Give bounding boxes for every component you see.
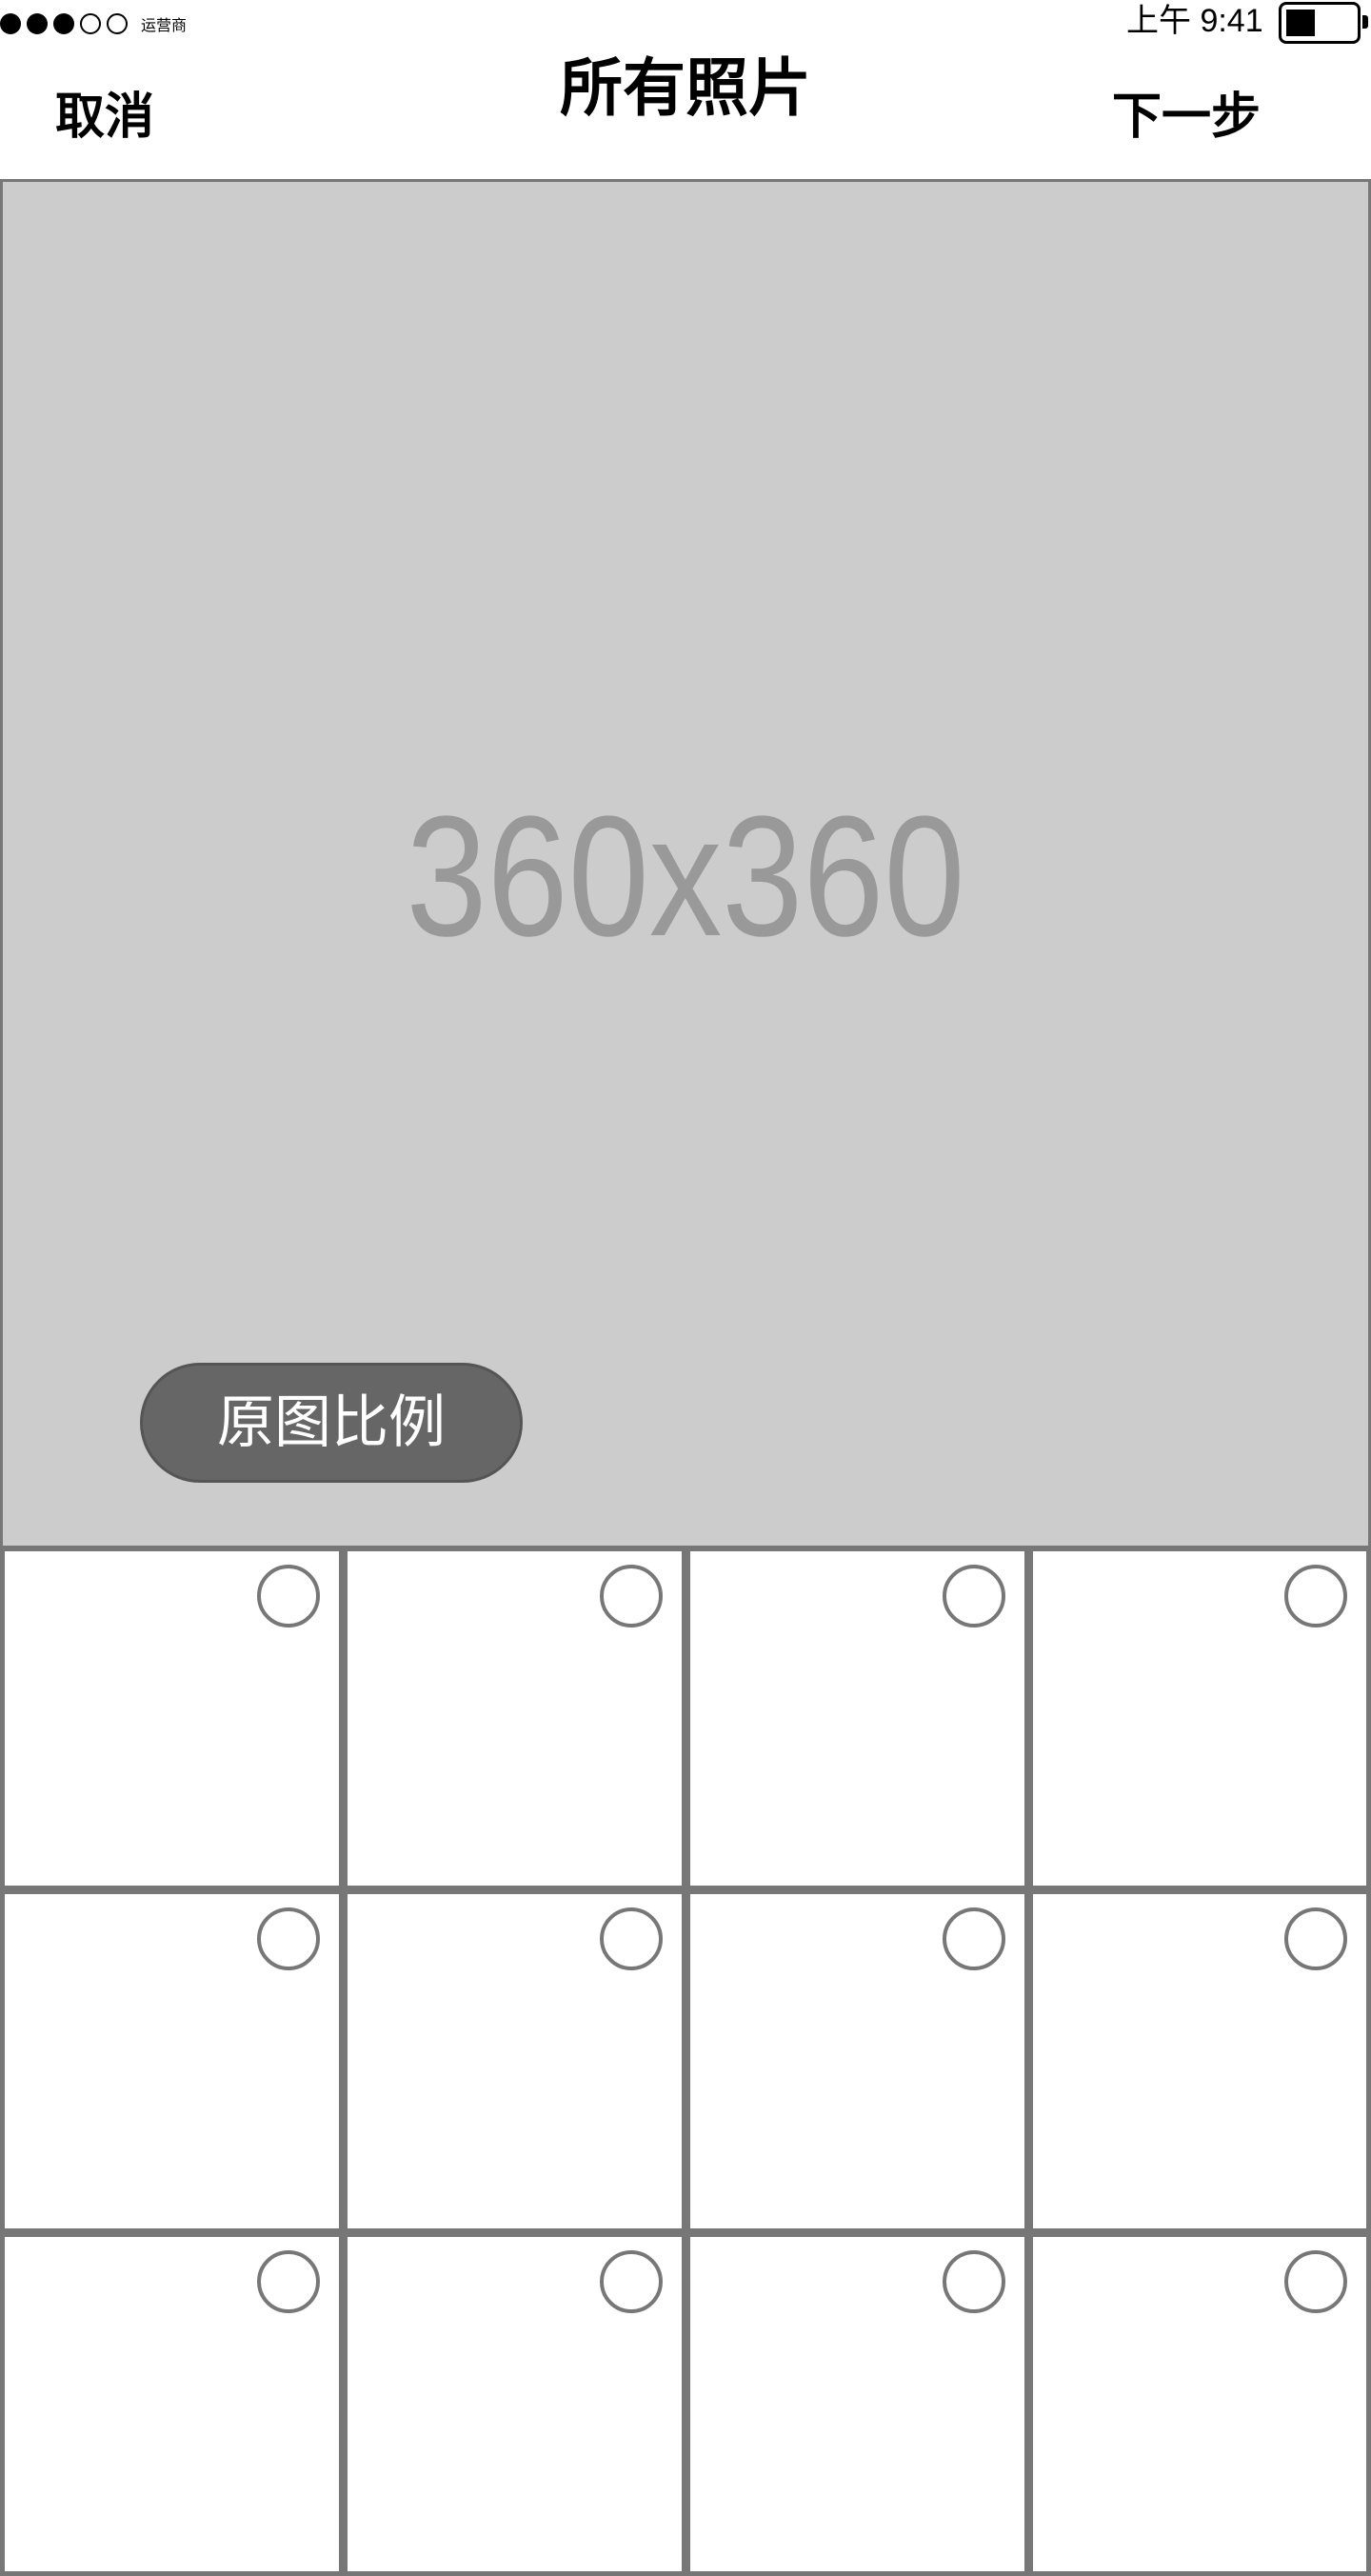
original-ratio-button[interactable]: 原图比例 xyxy=(140,1363,523,1483)
battery-level xyxy=(1286,10,1315,36)
signal-dot-icon xyxy=(0,13,21,34)
photo-thumbnail[interactable] xyxy=(686,1547,1029,1890)
battery-tip xyxy=(1362,15,1368,29)
select-circle-icon[interactable] xyxy=(943,2250,1005,2313)
photo-thumbnail[interactable] xyxy=(1028,1547,1371,1890)
next-step-button[interactable]: 下一步 xyxy=(1112,84,1261,150)
navigation-bar: 所有照片 取消 下一步 xyxy=(0,46,1371,179)
photo-thumbnail[interactable] xyxy=(1028,2232,1371,2576)
photo-thumbnail[interactable] xyxy=(343,2232,686,2576)
photo-thumbnail[interactable] xyxy=(686,2232,1029,2576)
select-circle-icon[interactable] xyxy=(1284,1907,1347,1970)
carrier-name: 运营商 xyxy=(141,16,188,34)
select-circle-icon[interactable] xyxy=(943,1907,1005,1970)
select-circle-icon[interactable] xyxy=(600,2250,663,2313)
status-bar: 运营商 上午 9:41 xyxy=(0,0,1371,46)
select-circle-icon[interactable] xyxy=(1284,1565,1347,1627)
select-circle-icon[interactable] xyxy=(257,2250,320,2313)
select-circle-icon[interactable] xyxy=(943,1565,1005,1627)
signal-dot-icon xyxy=(107,13,128,34)
signal-dot-icon xyxy=(27,13,48,34)
signal-dot-icon xyxy=(80,13,101,34)
battery-icon xyxy=(1279,2,1361,44)
photo-thumbnail[interactable] xyxy=(343,1547,686,1890)
photo-thumbnail[interactable] xyxy=(1028,1889,1371,2233)
select-circle-icon[interactable] xyxy=(1284,2250,1347,2313)
preview-placeholder-text: 360x360 xyxy=(406,781,965,972)
photo-grid xyxy=(0,1547,1371,2576)
photo-thumbnail[interactable] xyxy=(343,1889,686,2233)
status-time: 上午 9:41 xyxy=(1126,3,1263,39)
select-circle-icon[interactable] xyxy=(257,1907,320,1970)
photo-thumbnail[interactable] xyxy=(686,1889,1029,2233)
signal-dot-icon xyxy=(53,13,74,34)
photo-thumbnail[interactable] xyxy=(0,1547,344,1890)
select-circle-icon[interactable] xyxy=(600,1907,663,1970)
select-circle-icon[interactable] xyxy=(600,1565,663,1627)
cancel-button[interactable]: 取消 xyxy=(55,84,154,150)
photo-thumbnail[interactable] xyxy=(0,1889,344,2233)
select-circle-icon[interactable] xyxy=(257,1565,320,1627)
signal-strength-indicator: 运营商 xyxy=(0,11,187,36)
photo-preview[interactable]: 360x360 原图比例 xyxy=(0,179,1371,1548)
photo-thumbnail[interactable] xyxy=(0,2232,344,2576)
